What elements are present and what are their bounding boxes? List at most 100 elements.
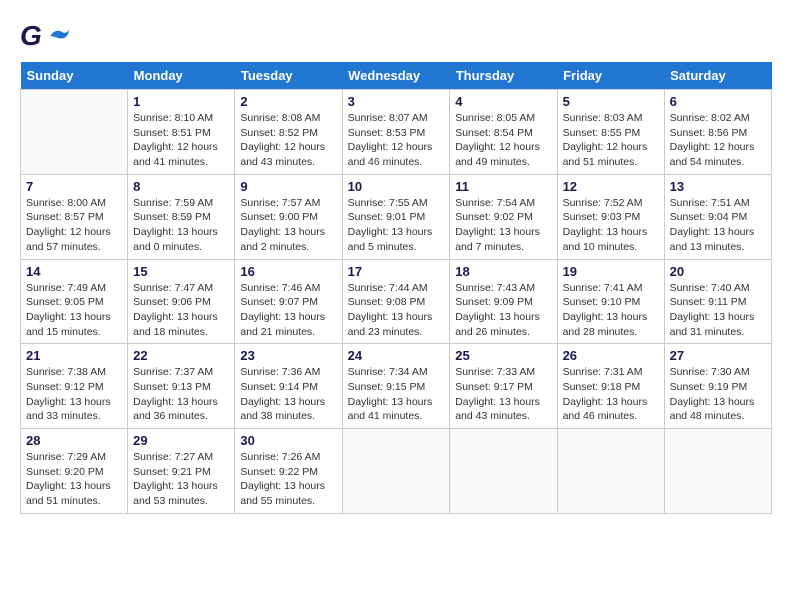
day-number: 16	[240, 264, 336, 279]
day-number: 18	[455, 264, 551, 279]
day-info: Sunrise: 7:30 AMSunset: 9:19 PMDaylight:…	[670, 365, 766, 424]
day-cell: 14 Sunrise: 7:49 AMSunset: 9:05 PMDayligh…	[21, 259, 128, 344]
day-info: Sunrise: 7:52 AMSunset: 9:03 PMDaylight:…	[563, 196, 659, 255]
day-cell: 27Sunrise: 7:30 AMSunset: 9:19 PMDayligh…	[664, 344, 771, 429]
day-info: Sunrise: 7:34 AMSunset: 9:15 PMDaylight:…	[348, 365, 445, 424]
day-info: Sunrise: 7:41 AMSunset: 9:10 PMDaylight:…	[563, 281, 659, 340]
day-header-wednesday: Wednesday	[342, 62, 450, 90]
day-info: Sunrise: 7:31 AMSunset: 9:18 PMDaylight:…	[563, 365, 659, 424]
day-number: 23	[240, 348, 336, 363]
logo-text	[46, 28, 70, 44]
day-cell	[664, 429, 771, 514]
day-cell: 19 Sunrise: 7:41 AMSunset: 9:10 PMDayligh…	[557, 259, 664, 344]
day-number: 26	[563, 348, 659, 363]
day-number: 7	[26, 179, 122, 194]
day-number: 20	[670, 264, 766, 279]
day-number: 3	[348, 94, 445, 109]
day-info: Sunrise: 8:03 AMSunset: 8:55 PMDaylight:…	[563, 111, 659, 170]
day-cell: 5 Sunrise: 8:03 AMSunset: 8:55 PMDaylight…	[557, 90, 664, 175]
day-number: 25	[455, 348, 551, 363]
day-number: 19	[563, 264, 659, 279]
day-info: Sunrise: 7:38 AMSunset: 9:12 PMDaylight:…	[26, 365, 122, 424]
day-number: 15	[133, 264, 229, 279]
day-number: 2	[240, 94, 336, 109]
day-cell: 28Sunrise: 7:29 AMSunset: 9:20 PMDayligh…	[21, 429, 128, 514]
day-number: 6	[670, 94, 766, 109]
day-number: 14	[26, 264, 122, 279]
logo-g-letter: G	[20, 20, 42, 51]
day-header-tuesday: Tuesday	[235, 62, 342, 90]
logo-bird-icon	[48, 28, 70, 44]
day-cell: 15 Sunrise: 7:47 AMSunset: 9:06 PMDayligh…	[128, 259, 235, 344]
day-number: 17	[348, 264, 445, 279]
week-row-1: 1Sunrise: 8:10 AMSunset: 8:51 PMDaylight…	[21, 90, 772, 175]
day-info: Sunrise: 7:55 AMSunset: 9:01 PMDaylight:…	[348, 196, 445, 255]
day-number: 29	[133, 433, 229, 448]
day-info: Sunrise: 8:08 AMSunset: 8:52 PMDaylight:…	[240, 111, 336, 170]
day-number: 9	[240, 179, 336, 194]
day-cell: 13 Sunrise: 7:51 AMSunset: 9:04 PMDayligh…	[664, 174, 771, 259]
day-info: Sunrise: 7:29 AMSunset: 9:20 PMDaylight:…	[26, 450, 122, 509]
day-cell: 22 Sunrise: 7:37 AMSunset: 9:13 PMDayligh…	[128, 344, 235, 429]
day-number: 21	[26, 348, 122, 363]
day-cell: 3 Sunrise: 8:07 AMSunset: 8:53 PMDaylight…	[342, 90, 450, 175]
days-header-row: SundayMondayTuesdayWednesdayThursdayFrid…	[21, 62, 772, 90]
day-info: Sunrise: 7:47 AMSunset: 9:06 PMDaylight:…	[133, 281, 229, 340]
day-number: 8	[133, 179, 229, 194]
day-cell: 12 Sunrise: 7:52 AMSunset: 9:03 PMDayligh…	[557, 174, 664, 259]
week-row-4: 21 Sunrise: 7:38 AMSunset: 9:12 PMDayligh…	[21, 344, 772, 429]
week-row-2: 7 Sunrise: 8:00 AMSunset: 8:57 PMDaylight…	[21, 174, 772, 259]
day-info: Sunrise: 8:07 AMSunset: 8:53 PMDaylight:…	[348, 111, 445, 170]
day-cell	[557, 429, 664, 514]
day-cell: 2 Sunrise: 8:08 AMSunset: 8:52 PMDaylight…	[235, 90, 342, 175]
day-number: 12	[563, 179, 659, 194]
day-number: 22	[133, 348, 229, 363]
day-info: Sunrise: 8:00 AMSunset: 8:57 PMDaylight:…	[26, 196, 122, 255]
day-cell: 24Sunrise: 7:34 AMSunset: 9:15 PMDayligh…	[342, 344, 450, 429]
day-info: Sunrise: 7:54 AMSunset: 9:02 PMDaylight:…	[455, 196, 551, 255]
day-info: Sunrise: 7:26 AMSunset: 9:22 PMDaylight:…	[240, 450, 336, 509]
day-cell: 26 Sunrise: 7:31 AMSunset: 9:18 PMDayligh…	[557, 344, 664, 429]
day-header-sunday: Sunday	[21, 62, 128, 90]
day-cell	[450, 429, 557, 514]
day-cell: 16Sunrise: 7:46 AMSunset: 9:07 PMDayligh…	[235, 259, 342, 344]
day-info: Sunrise: 7:59 AMSunset: 8:59 PMDaylight:…	[133, 196, 229, 255]
day-info: Sunrise: 7:40 AMSunset: 9:11 PMDaylight:…	[670, 281, 766, 340]
day-info: Sunrise: 7:37 AMSunset: 9:13 PMDaylight:…	[133, 365, 229, 424]
day-info: Sunrise: 7:57 AMSunset: 9:00 PMDaylight:…	[240, 196, 336, 255]
day-cell: 10 Sunrise: 7:55 AMSunset: 9:01 PMDayligh…	[342, 174, 450, 259]
day-header-thursday: Thursday	[450, 62, 557, 90]
day-info: Sunrise: 7:51 AMSunset: 9:04 PMDaylight:…	[670, 196, 766, 255]
day-header-friday: Friday	[557, 62, 664, 90]
page-header: G	[20, 20, 772, 52]
day-cell: 17Sunrise: 7:44 AMSunset: 9:08 PMDayligh…	[342, 259, 450, 344]
day-cell: 30Sunrise: 7:26 AMSunset: 9:22 PMDayligh…	[235, 429, 342, 514]
day-info: Sunrise: 7:49 AMSunset: 9:05 PMDaylight:…	[26, 281, 122, 340]
day-info: Sunrise: 8:02 AMSunset: 8:56 PMDaylight:…	[670, 111, 766, 170]
day-number: 5	[563, 94, 659, 109]
calendar-table: SundayMondayTuesdayWednesdayThursdayFrid…	[20, 62, 772, 514]
day-info: Sunrise: 7:33 AMSunset: 9:17 PMDaylight:…	[455, 365, 551, 424]
day-info: Sunrise: 7:27 AMSunset: 9:21 PMDaylight:…	[133, 450, 229, 509]
day-info: Sunrise: 8:05 AMSunset: 8:54 PMDaylight:…	[455, 111, 551, 170]
day-cell: 9 Sunrise: 7:57 AMSunset: 9:00 PMDaylight…	[235, 174, 342, 259]
day-cell	[21, 90, 128, 175]
day-header-monday: Monday	[128, 62, 235, 90]
day-cell: 7 Sunrise: 8:00 AMSunset: 8:57 PMDaylight…	[21, 174, 128, 259]
day-cell: 11 Sunrise: 7:54 AMSunset: 9:02 PMDayligh…	[450, 174, 557, 259]
day-cell: 25 Sunrise: 7:33 AMSunset: 9:17 PMDayligh…	[450, 344, 557, 429]
day-cell: 29 Sunrise: 7:27 AMSunset: 9:21 PMDayligh…	[128, 429, 235, 514]
day-number: 4	[455, 94, 551, 109]
day-cell: 21 Sunrise: 7:38 AMSunset: 9:12 PMDayligh…	[21, 344, 128, 429]
day-number: 10	[348, 179, 445, 194]
week-row-5: 28Sunrise: 7:29 AMSunset: 9:20 PMDayligh…	[21, 429, 772, 514]
day-info: Sunrise: 8:10 AMSunset: 8:51 PMDaylight:…	[133, 111, 229, 170]
logo: G	[20, 20, 70, 52]
day-cell	[342, 429, 450, 514]
day-number: 13	[670, 179, 766, 194]
day-number: 11	[455, 179, 551, 194]
day-cell: 4 Sunrise: 8:05 AMSunset: 8:54 PMDaylight…	[450, 90, 557, 175]
day-cell: 6 Sunrise: 8:02 AMSunset: 8:56 PMDaylight…	[664, 90, 771, 175]
day-info: Sunrise: 7:43 AMSunset: 9:09 PMDaylight:…	[455, 281, 551, 340]
day-cell: 8 Sunrise: 7:59 AMSunset: 8:59 PMDaylight…	[128, 174, 235, 259]
